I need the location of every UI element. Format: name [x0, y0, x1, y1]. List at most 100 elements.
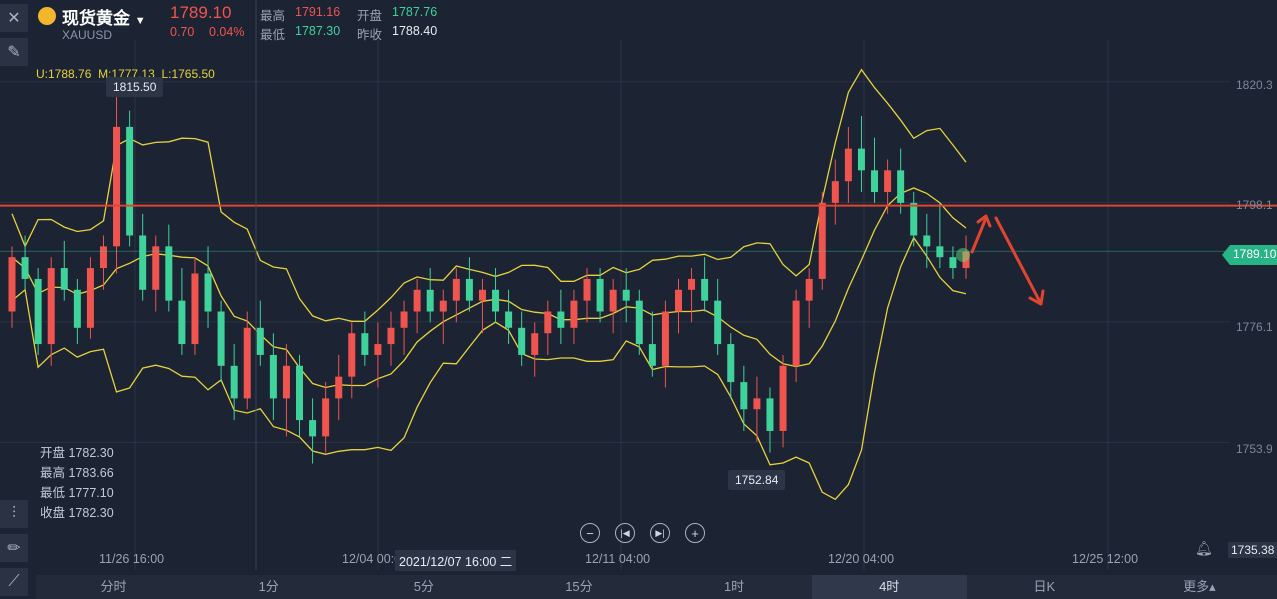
candle-body [21, 257, 29, 279]
gold-logo-icon [38, 7, 56, 25]
candle-body [426, 289, 434, 312]
candle-body [766, 398, 774, 431]
candle-body [505, 311, 513, 328]
candle-body [465, 278, 473, 301]
prevclose-value: 1788.40 [392, 24, 438, 38]
candlestick-chart[interactable] [0, 0, 1277, 599]
candle-body [674, 289, 682, 312]
tab-4hour[interactable]: 4时 [811, 575, 967, 599]
candle-body [648, 344, 656, 366]
pen-icon[interactable]: ✏ [0, 534, 28, 562]
candle-body [583, 278, 591, 301]
ohlc-panel: 开盘 1782.30 最高 1783.66 最低 1777.10 收盘 1782… [40, 443, 114, 523]
candle-body [256, 327, 264, 355]
tab-15min[interactable]: 15分 [501, 575, 656, 599]
candle-body [779, 365, 787, 431]
candle-body [165, 246, 173, 301]
candle-body [34, 278, 42, 345]
candle-body [478, 289, 486, 301]
candle-body [309, 420, 317, 437]
candle-body [282, 365, 290, 399]
open-value: 1787.76 [392, 5, 438, 19]
draw-tool-icon[interactable]: ✎ [0, 38, 28, 66]
y-tick: 1798.1 [1236, 198, 1273, 212]
timeframe-bar: 分时 1分 5分 15分 1时 4时 日K 更多▴ [36, 575, 1277, 599]
x-tick: 12/25 12:00 [1072, 552, 1139, 566]
zoom-out-icon[interactable]: − [580, 523, 600, 543]
candle-body [818, 202, 826, 279]
ohlc-high: 最高 1783.66 [40, 466, 114, 480]
down-arrow [994, 216, 1045, 306]
instrument-title[interactable]: 现货黄金 ▼ [62, 4, 146, 29]
tab-timeshare[interactable]: 分时 [36, 575, 191, 599]
x-tick: 12/11 04:00 [585, 552, 651, 566]
skip-forward-icon[interactable]: ▶| [650, 523, 670, 543]
tab-1hour[interactable]: 1时 [657, 575, 812, 599]
current-price-text: 1789.10 [1233, 247, 1277, 261]
up-arrow [970, 214, 992, 254]
candle-body [217, 311, 225, 366]
instrument-symbol: XAUUSD [62, 28, 113, 42]
candle-body [557, 311, 565, 328]
candle-body [126, 126, 134, 236]
candle-body [936, 246, 944, 258]
zoom-in-icon[interactable]: + [685, 523, 705, 543]
candle-body [753, 398, 761, 410]
candle-body [910, 202, 918, 236]
candle-body [884, 170, 892, 193]
candle-body [714, 300, 722, 345]
bottom-price-tag: 1735.38 [1228, 542, 1277, 558]
candle-body [47, 268, 55, 345]
ohlc-low: 最低 1777.10 [40, 486, 114, 500]
ohlc-open: 开盘 1782.30 [40, 446, 114, 460]
candle-body [335, 376, 343, 399]
candle-body [152, 246, 160, 290]
candle-body [191, 273, 199, 345]
candle-body [230, 365, 238, 399]
candle-body [701, 278, 709, 301]
skip-back-icon[interactable]: |◀ [615, 523, 635, 543]
candle-body [844, 148, 852, 182]
candle-body [740, 382, 748, 410]
low-label: 最低 [260, 28, 286, 42]
close-icon[interactable]: ✕ [0, 4, 28, 32]
candle-body [805, 278, 813, 301]
candle-body [361, 333, 369, 355]
candle-body [452, 278, 460, 301]
candle-body [8, 257, 16, 312]
candle-body [661, 311, 669, 366]
candle-body [204, 273, 212, 312]
candle-body [73, 289, 81, 328]
x-tick: 12/20 04:00 [828, 552, 895, 566]
bell-icon[interactable]: 🔔︎ [1195, 540, 1213, 557]
tab-more[interactable]: 更多▴ [1122, 575, 1277, 599]
indicator-icon[interactable]: ⫶ [0, 500, 28, 528]
candle-body [635, 300, 643, 345]
candle-body [831, 181, 839, 203]
candle-body [60, 268, 68, 290]
candle-body [949, 257, 957, 269]
x-tick: 11/26 16:00 [99, 552, 165, 566]
tab-daily[interactable]: 日K [967, 575, 1122, 599]
candle-body [492, 289, 500, 312]
high-label: 最高 [260, 9, 286, 23]
candle-body [322, 398, 330, 437]
candle-body [86, 268, 94, 328]
chevron-down-icon[interactable]: ▼ [135, 15, 146, 27]
candle-body [570, 300, 578, 328]
price-change: 0.70 [170, 25, 195, 39]
candle-body [400, 311, 408, 328]
tab-5min[interactable]: 5分 [346, 575, 501, 599]
candle-body [857, 148, 865, 171]
open-label: 开盘 [357, 9, 383, 23]
live-price-dot [956, 248, 970, 262]
trend-arrows [970, 214, 1045, 306]
candle-body [269, 354, 277, 399]
y-tick: 1820.3 [1236, 78, 1273, 92]
max-price-tag: 1815.50 [106, 77, 164, 97]
chart-type-icon[interactable]: ⟋ [0, 568, 28, 596]
tab-1min[interactable]: 1分 [191, 575, 346, 599]
candle-body [871, 170, 879, 193]
candle-body [531, 333, 539, 355]
candle-body [296, 365, 304, 421]
